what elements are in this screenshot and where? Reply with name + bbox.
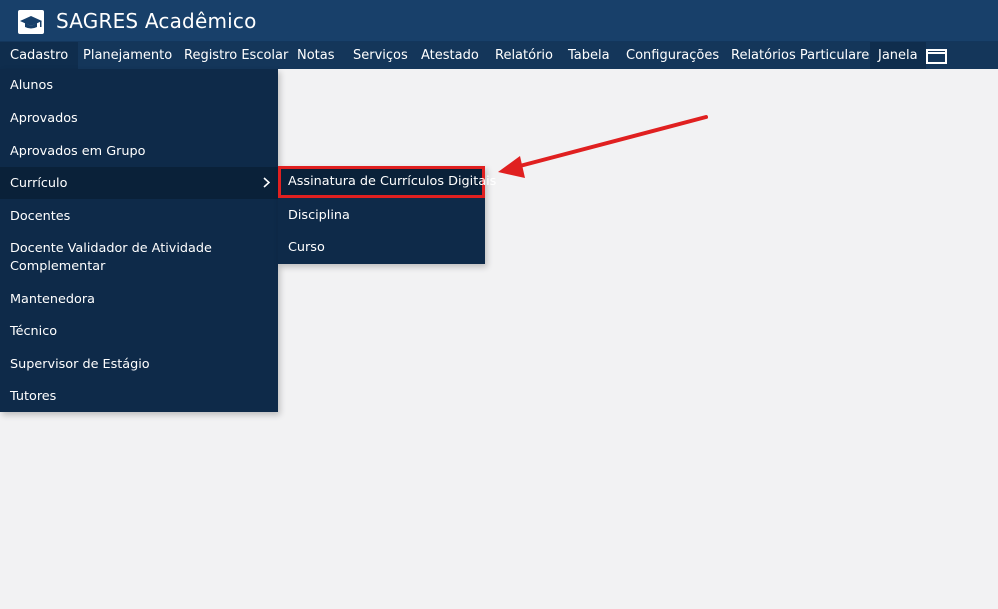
menu-tabela[interactable]: Tabela <box>568 42 610 69</box>
submenu-item-curso[interactable]: Curso <box>278 232 485 264</box>
menu-servicos[interactable]: Serviços <box>353 42 408 69</box>
menu-item-tecnico[interactable]: Técnico <box>0 316 278 349</box>
menu-item-label: Mantenedora <box>10 292 95 307</box>
window-switch-icon[interactable] <box>926 48 947 64</box>
menu-item-label: Aprovados em Grupo <box>10 144 146 159</box>
menu-item-label: Docente Validador de Atividade Complemen… <box>10 241 212 274</box>
menu-item-aprovados[interactable]: Aprovados <box>0 102 278 135</box>
curriculo-submenu: Assinatura de Currículos Digitais Discip… <box>278 166 496 264</box>
menu-item-label: Técnico <box>10 324 58 339</box>
menu-item-label: Currículo <box>10 176 68 191</box>
title-bar: SAGRES Acadêmico <box>0 0 998 42</box>
menu-item-label: Tutores <box>10 389 57 404</box>
cadastro-dropdown-menu: Alunos Aprovados Aprovados em Grupo Curr… <box>0 69 278 412</box>
menu-item-label: Supervisor de Estágio <box>10 357 150 372</box>
menu-item-label: Aprovados <box>10 111 78 126</box>
menu-cadastro[interactable]: Cadastro <box>0 42 79 69</box>
menu-item-label: Alunos <box>10 78 54 93</box>
submenu-item-disciplina[interactable]: Disciplina <box>278 200 485 232</box>
menu-item-mantenedora[interactable]: Mantenedora <box>0 283 278 316</box>
menu-item-tutores[interactable]: Tutores <box>0 382 278 412</box>
menu-item-curriculo[interactable]: Currículo <box>0 167 278 199</box>
menu-item-docente-validador[interactable]: Docente Validador de Atividade Complemen… <box>0 232 278 283</box>
menu-item-label: Curso <box>288 240 325 255</box>
menu-item-docentes[interactable]: Docentes <box>0 199 278 232</box>
menu-item-aprovados-em-grupo[interactable]: Aprovados em Grupo <box>0 135 278 167</box>
submenu-item-assinatura-curriculos-digitais[interactable]: Assinatura de Currículos Digitais <box>278 166 496 198</box>
app-title: SAGRES Acadêmico <box>56 9 257 33</box>
menu-item-supervisor-de-estagio[interactable]: Supervisor de Estágio <box>0 349 278 382</box>
graduation-cap-icon <box>18 10 44 34</box>
menu-item-label: Docentes <box>10 209 71 224</box>
chevron-right-icon <box>263 177 271 192</box>
menu-item-label: Disciplina <box>288 208 350 223</box>
main-menu-bar: Cadastro Planejamento Registro Escolar N… <box>0 42 998 69</box>
menu-relatorio[interactable]: Relatório <box>495 42 553 69</box>
menu-relatorios-particulares[interactable]: Relatórios Particulares <box>731 42 876 69</box>
menu-registro-escolar[interactable]: Registro Escolar <box>184 42 288 69</box>
menu-planejamento[interactable]: Planejamento <box>83 42 172 69</box>
menu-atestado[interactable]: Atestado <box>421 42 479 69</box>
menu-item-label: Assinatura de Currículos Digitais <box>288 174 497 189</box>
menu-configuracoes[interactable]: Configurações <box>626 42 719 69</box>
menu-item-alunos[interactable]: Alunos <box>0 69 278 102</box>
menu-notas[interactable]: Notas <box>297 42 335 69</box>
menu-janela[interactable]: Janela <box>870 42 926 69</box>
